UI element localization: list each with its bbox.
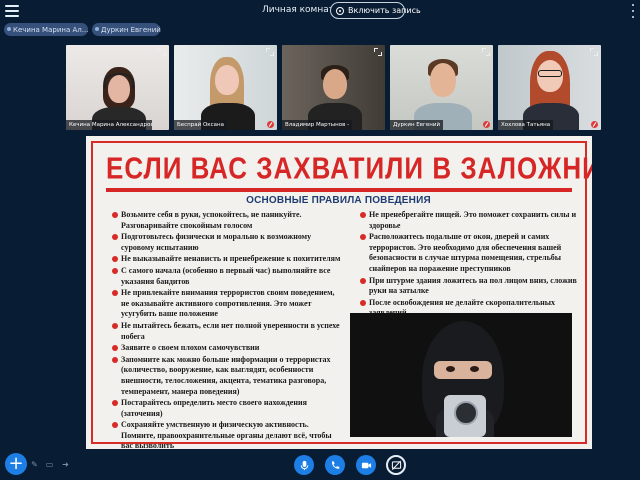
shared-presentation: ЕСЛИ ВАС ЗАХВАТИЛИ В ЗАЛОЖНИКИ ОСНОВНЫЕ … [86,136,592,449]
camera-button[interactable] [356,455,376,475]
rule-item: Не пренебрегайте пищей. Это поможет сохр… [359,210,577,231]
rule-item: При штурме здания ложитесь на пол лицом … [359,276,577,297]
record-button[interactable]: Включить запись [330,2,421,19]
mic-off-icon [483,121,490,128]
participant-chip[interactable]: Кечина Марина Ал... [4,23,88,36]
mic-icon [300,460,308,470]
video-tile[interactable]: Беспрай Оксана [174,45,277,130]
video-tile[interactable]: Дуркин Евгений [390,45,493,130]
microphone-button[interactable] [294,455,314,475]
camera-icon [361,462,371,468]
headphones-icon [104,73,134,89]
expand-icon[interactable] [482,48,490,56]
phone-icon [331,460,339,469]
rule-item: Запомните как можно больше информации о … [111,355,344,397]
poster-title: ЕСЛИ ВАС ЗАХВАТИЛИ В ЗАЛОЖНИКИ [106,150,592,186]
participant-avatar [323,69,347,99]
whiteboard-icon[interactable]: ▭ [45,460,54,469]
arrow-icon[interactable]: ➜ [61,460,70,469]
rule-item: Подготовьтесь физически и морально к воз… [111,232,344,253]
rule-item: Возьмите себя в руки, успокойтесь, не па… [111,210,344,231]
poster-subtitle: ОСНОВНЫЕ ПРАВИЛА ПОВЕДЕНИЯ [246,195,431,206]
participant-name: Кечина Марина Александровна - [66,120,152,130]
rule-item: Сохраняйте умственную и физическую актив… [111,420,344,449]
rule-item: Заявите о своем плохом самочувствии [111,343,344,354]
screen-share-off-icon [391,460,401,470]
mic-off-icon [267,121,274,128]
glasses-icon [538,70,562,77]
expand-icon[interactable] [266,48,274,56]
record-icon [336,6,344,15]
participant-name: Владимир Мартынов - [282,120,353,130]
video-tile[interactable]: Владимир Мартынов - [282,45,385,130]
add-button[interactable]: + [5,453,27,475]
video-tile[interactable]: Хохлова Татьяна [498,45,601,130]
expand-icon[interactable] [590,48,598,56]
bottom-toolbar: + ✎ ▭ ➜ [0,452,640,480]
mic-off-icon [591,121,598,128]
rule-item: Постарайтесь определить место своего нах… [111,398,344,419]
poster-illustration [350,313,572,437]
more-options-icon[interactable] [630,4,636,18]
menu-icon[interactable] [5,5,19,17]
eye [446,366,455,372]
rule-item: Не пытайтесь бежать, если нет полной уве… [111,321,344,342]
expand-icon[interactable] [158,48,166,56]
call-button[interactable] [325,455,345,475]
screen-share-button[interactable] [386,455,406,475]
rule-item: Не привлекайте внимания террористов свои… [111,288,344,320]
rule-item: Не выказывайте ненависть и пренебрежение… [111,254,344,265]
rules-list-left: Возьмите себя в руки, успокойтесь, не па… [111,210,344,449]
video-tile[interactable]: Кечина Марина Александровна - [66,45,169,130]
participant-name: Хохлова Татьяна [498,120,554,130]
pistol-barrel [454,401,478,425]
top-bar: Личная комната Включить запись [0,0,640,22]
room-title: Личная комната [262,5,340,15]
participant-name: Дуркин Евгений [390,120,444,130]
eye [470,366,479,372]
participant-avatar [215,65,239,95]
expand-icon[interactable] [374,48,382,56]
rule-item: С самого начала (особенно в первый час) … [111,266,344,287]
participant-chip[interactable]: Дуркин Евгений [92,23,161,36]
rules-list-right: Не пренебрегайте пищей. Это поможет сохр… [359,210,577,320]
poster-divider [106,188,572,192]
rule-item: Расположитесь подальше от окон, дверей и… [359,232,577,274]
mask-eye-opening [434,361,492,379]
pencil-icon[interactable]: ✎ [30,460,39,469]
record-label: Включить запись [348,6,421,15]
participant-name: Беспрай Оксана [174,120,227,130]
participant-avatar [430,63,456,97]
